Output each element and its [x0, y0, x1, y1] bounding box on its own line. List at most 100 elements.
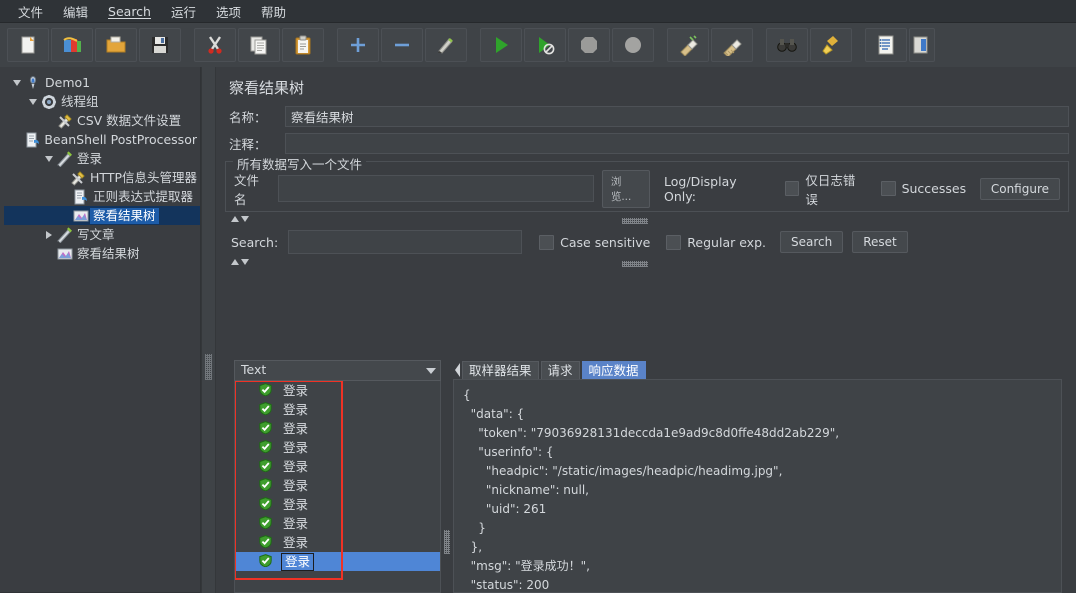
tree-node-3[interactable]: BeanShell PostProcessor — [4, 130, 200, 149]
success-shield-icon — [259, 383, 272, 399]
menu-file[interactable]: 文件 — [8, 0, 53, 23]
tree-toggle[interactable] — [26, 98, 40, 105]
chevron-right-icon[interactable] — [46, 230, 52, 239]
search-reset-broom-icon[interactable] — [810, 28, 852, 62]
regular-exp-checkbox-group[interactable]: Regular exp. — [666, 234, 766, 250]
list-item[interactable]: 登录 — [235, 381, 440, 400]
upper-split-divider[interactable] — [225, 214, 1069, 227]
menu-edit[interactable]: 编辑 — [53, 0, 98, 23]
collapse-down-icon[interactable] — [241, 216, 249, 222]
tree-node-7[interactable]: 察看结果树 — [4, 206, 200, 225]
thread-group-icon — [40, 94, 58, 110]
list-item[interactable]: 登录 — [235, 495, 440, 514]
case-sensitive-checkbox-group[interactable]: Case sensitive — [539, 234, 650, 250]
function-helper-icon[interactable] — [865, 28, 907, 62]
templates-icon[interactable] — [51, 28, 93, 62]
menu-options[interactable]: 选项 — [206, 0, 251, 23]
filename-input[interactable] — [277, 175, 594, 202]
toolbar — [0, 23, 1076, 68]
tree-toggle[interactable] — [42, 230, 56, 239]
regular-exp-checkbox[interactable] — [666, 234, 682, 250]
case-sensitive-checkbox[interactable] — [539, 234, 555, 250]
expand-plus-icon[interactable] — [337, 28, 379, 62]
successes-checkbox-group[interactable]: Successes — [880, 181, 966, 196]
lower-split-divider[interactable] — [225, 257, 1069, 270]
test-plan-icon — [24, 75, 42, 91]
list-item-label: 登录 — [283, 401, 309, 417]
shutdown-icon[interactable] — [612, 28, 654, 62]
successes-checkbox[interactable] — [880, 181, 896, 196]
collapse-up-icon[interactable] — [231, 216, 239, 222]
clear-icon[interactable] — [667, 28, 709, 62]
search-binoculars-icon[interactable] — [766, 28, 808, 62]
errors-only-checkbox[interactable] — [784, 181, 800, 196]
heap-report-icon[interactable] — [909, 28, 935, 62]
list-item[interactable]: 登录 — [235, 457, 440, 476]
filename-label: 文件名 — [234, 172, 260, 207]
reset-button[interactable]: Reset — [852, 231, 908, 253]
menu-help[interactable]: 帮助 — [251, 0, 296, 23]
results-split-divider[interactable] — [441, 360, 453, 593]
clear-all-icon[interactable] — [711, 28, 753, 62]
list-item[interactable]: 登录 — [235, 400, 440, 419]
tree-node-2[interactable]: CSV 数据文件设置 — [4, 111, 200, 130]
open-folder-icon[interactable] — [95, 28, 137, 62]
start-play-icon[interactable] — [480, 28, 522, 62]
split-collapse-arrows-2[interactable] — [231, 259, 249, 265]
search-input[interactable] — [288, 230, 523, 254]
stop-icon[interactable] — [568, 28, 610, 62]
tab-request[interactable]: 请求 — [540, 361, 580, 379]
list-item[interactable]: 登录 — [235, 438, 440, 457]
results-listbox[interactable]: 登录 登录 登录 登录 登录 登录 登录 登录 登录 登录 — [234, 381, 441, 593]
menu-search[interactable]: Search — [98, 2, 161, 21]
errors-only-checkbox-group[interactable]: 仅日志错误 — [784, 170, 867, 208]
tree-node-0[interactable]: Demo1 — [4, 73, 200, 92]
success-shield-icon — [259, 459, 272, 475]
start-no-timers-icon[interactable] — [524, 28, 566, 62]
tree-node-1[interactable]: 线程组 — [4, 92, 200, 111]
tree-toggle[interactable] — [42, 155, 56, 162]
list-item[interactable]: 登录 — [235, 476, 440, 495]
collapse-minus-icon[interactable] — [381, 28, 423, 62]
tab-scroll-left-icon[interactable] — [453, 360, 462, 379]
tab-sampler-result[interactable]: 取样器结果 — [462, 361, 539, 379]
split-collapse-arrows[interactable] — [231, 216, 249, 222]
renderer-combo[interactable]: Text — [234, 360, 441, 381]
browse-button[interactable]: 浏览... — [601, 169, 651, 208]
tab-response-data[interactable]: 响应数据 — [581, 361, 646, 379]
chevron-down-icon[interactable] — [29, 98, 37, 105]
copy-icon[interactable] — [238, 28, 280, 62]
cut-scissors-icon[interactable] — [194, 28, 236, 62]
list-item-label: 登录 — [283, 420, 309, 436]
list-item[interactable]: 登录 — [235, 514, 440, 533]
search-button[interactable]: Search — [780, 231, 844, 253]
tree-split-divider[interactable] — [201, 67, 216, 593]
comment-input[interactable] — [285, 133, 1069, 154]
list-item-label: 登录 — [283, 515, 309, 531]
new-file-icon[interactable] — [7, 28, 49, 62]
tree-toggle[interactable] — [10, 79, 24, 86]
tree-node-6[interactable]: 正则表达式提取器 — [4, 187, 200, 206]
tree-node-5[interactable]: HTTP信息头管理器 — [4, 168, 200, 187]
save-icon[interactable] — [139, 28, 181, 62]
menu-run[interactable]: 运行 — [161, 0, 206, 23]
chevron-down-icon[interactable] — [45, 155, 53, 162]
test-plan-tree[interactable]: Demo1 线程组 CSV 数据文件设置 BeanShell PostProcesso… — [0, 67, 201, 593]
configure-button[interactable]: Configure — [979, 177, 1061, 200]
tree-node-8[interactable]: 写文章 — [4, 225, 200, 244]
chevron-down-icon[interactable] — [426, 367, 436, 374]
list-item[interactable]: 登录 — [235, 533, 440, 552]
chevron-down-icon[interactable] — [13, 79, 21, 86]
tree-node-4[interactable]: 登录 — [4, 149, 200, 168]
toggle-pencil-icon[interactable] — [425, 28, 467, 62]
tree-node-label: 登录 — [77, 150, 103, 166]
paste-clipboard-icon[interactable] — [282, 28, 324, 62]
list-item[interactable]: 登录 — [235, 419, 440, 438]
tree-node-9[interactable]: 察看结果树 — [4, 244, 200, 263]
response-data-box[interactable]: { "data": { "token": "79036928131deccda1… — [453, 379, 1062, 593]
errors-only-label: 仅日志错误 — [805, 172, 856, 207]
collapse-down-icon[interactable] — [241, 259, 249, 265]
list-item[interactable]: 登录 — [235, 552, 440, 571]
collapse-up-icon[interactable] — [231, 259, 239, 265]
name-input[interactable]: 察看结果树 — [285, 106, 1069, 127]
